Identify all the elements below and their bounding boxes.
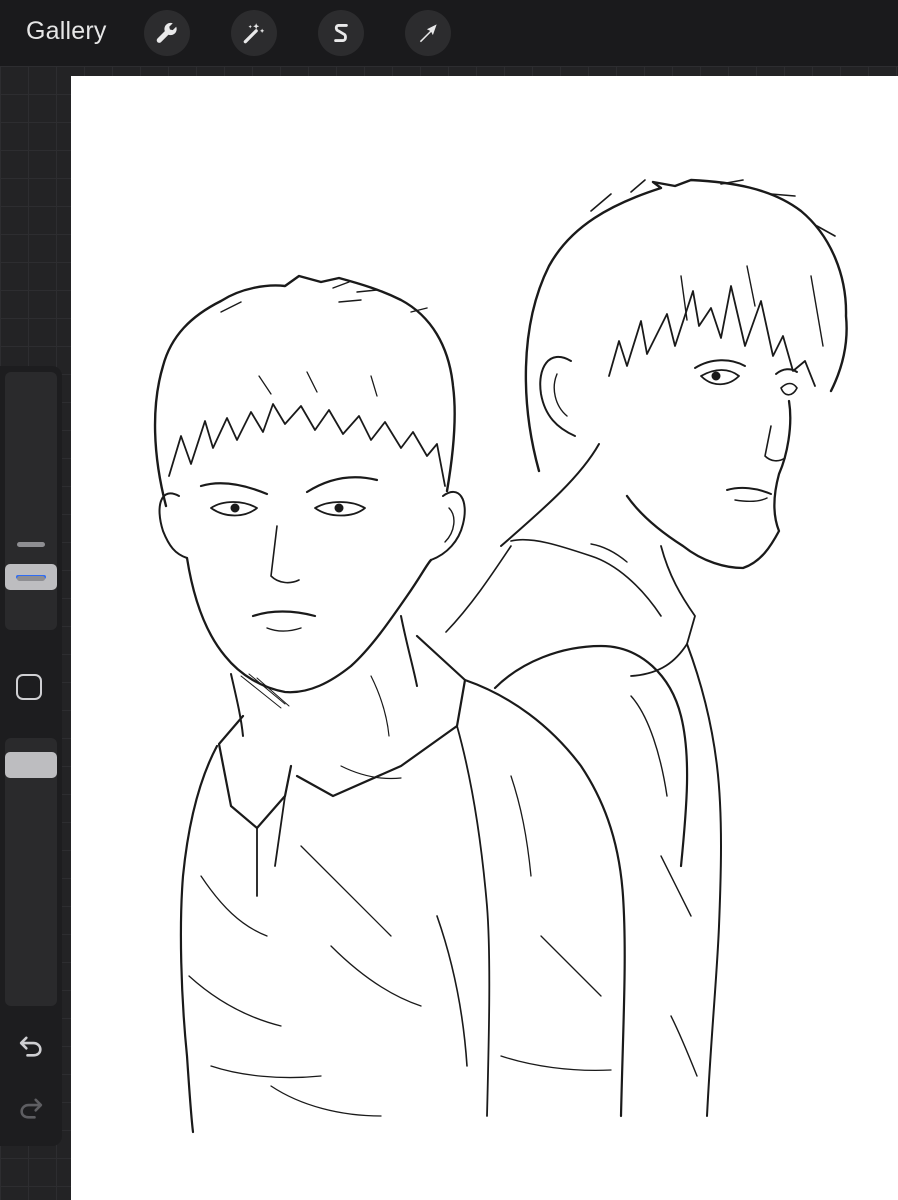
undo-button[interactable] <box>17 1032 45 1060</box>
adjustments-button[interactable] <box>231 10 277 56</box>
arrow-cursor-icon <box>419 24 437 43</box>
undo-arrow-icon <box>19 1036 42 1057</box>
drawing-canvas[interactable] <box>71 76 898 1200</box>
redo-arrow-icon <box>20 1098 43 1119</box>
modify-button-square-icon[interactable] <box>16 674 42 700</box>
opacity-slider[interactable] <box>5 738 57 1006</box>
magic-wand-icon <box>243 23 265 44</box>
selection-button[interactable] <box>318 10 364 56</box>
size-slider-ghost-bottom <box>17 576 45 581</box>
redo-button[interactable] <box>17 1094 45 1122</box>
selection-s-icon <box>334 24 348 42</box>
sketch-drawing <box>153 178 848 1134</box>
opacity-thumb[interactable] <box>5 752 57 778</box>
top-toolbar: Gallery <box>0 0 898 66</box>
actions-button[interactable] <box>144 10 190 56</box>
brush-size-slider[interactable] <box>5 372 57 630</box>
wrench-icon <box>156 22 177 43</box>
size-slider-ghost-top <box>17 542 45 547</box>
gallery-button[interactable]: Gallery <box>26 17 107 46</box>
left-sidebar <box>0 366 62 1146</box>
transform-button[interactable] <box>405 10 451 56</box>
